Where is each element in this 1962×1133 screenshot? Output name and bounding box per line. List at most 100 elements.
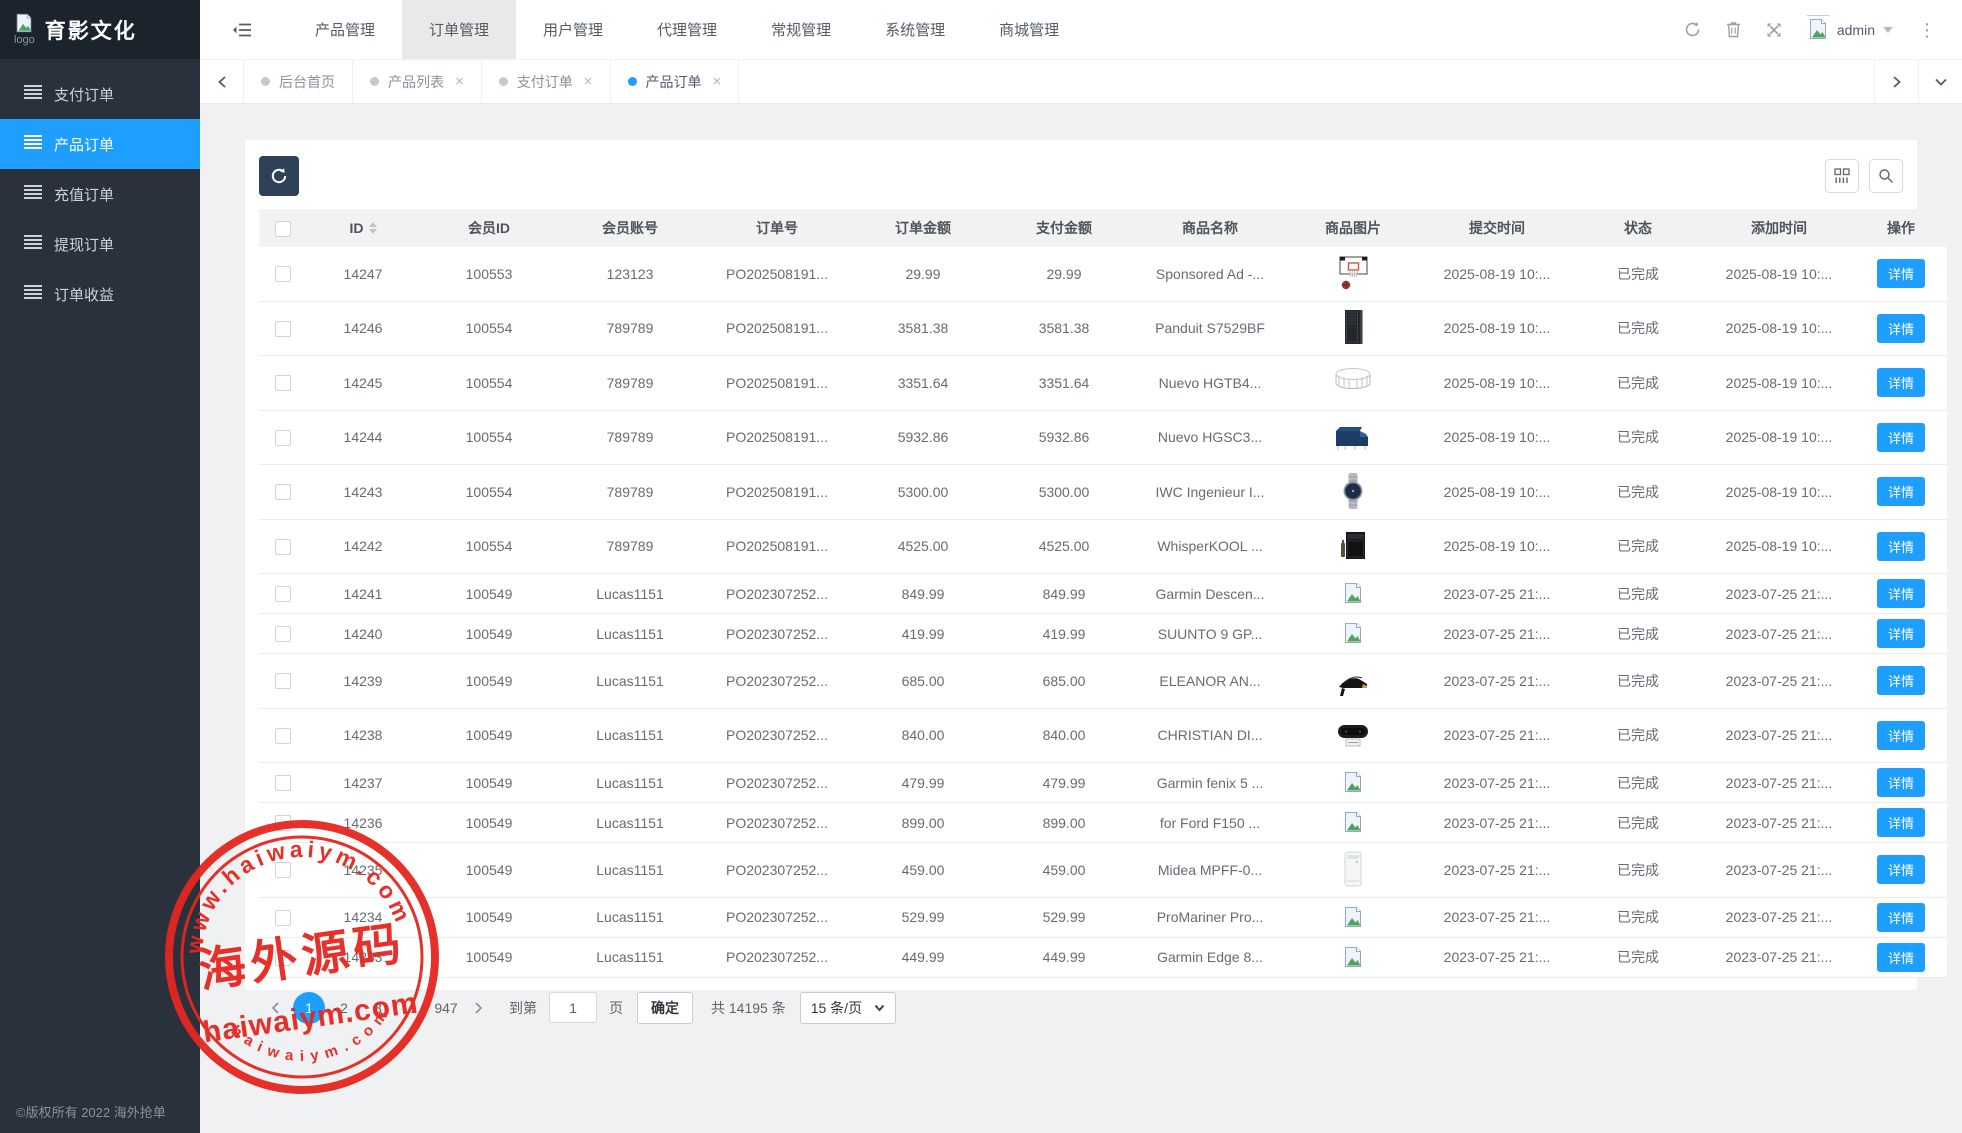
confirm-button[interactable]: 确定 (637, 992, 693, 1024)
next-page-icon[interactable] (465, 992, 493, 1024)
tab[interactable]: 产品列表 × (353, 60, 482, 103)
detail-button[interactable]: 详情 (1877, 768, 1925, 797)
row-checkbox[interactable] (275, 728, 291, 744)
row-checkbox[interactable] (275, 586, 291, 602)
detail-button[interactable]: 详情 (1877, 808, 1925, 837)
detail-button[interactable]: 详情 (1877, 943, 1925, 972)
tab-close-icon[interactable]: × (455, 73, 464, 90)
topnav-item[interactable]: 商城管理 (972, 0, 1086, 59)
detail-button[interactable]: 详情 (1877, 855, 1925, 884)
cell-order-no: PO202508191... (701, 410, 853, 465)
tab-close-icon[interactable]: × (713, 73, 722, 90)
row-checkbox[interactable] (275, 775, 291, 791)
detail-button[interactable]: 详情 (1877, 477, 1925, 506)
tab[interactable]: 产品订单 × (611, 60, 740, 103)
row-checkbox[interactable] (275, 910, 291, 926)
topnav-item[interactable]: 常规管理 (744, 0, 858, 59)
sidebar-item[interactable]: 产品订单 (0, 119, 200, 169)
row-checkbox[interactable] (275, 673, 291, 689)
fullscreen-icon[interactable] (1766, 22, 1782, 38)
menu-fold-icon[interactable] (232, 22, 252, 38)
row-checkbox[interactable] (275, 321, 291, 337)
cell-paid-amount: 479.99 (993, 763, 1135, 803)
cell-paid-amount: 5932.86 (993, 410, 1135, 465)
detail-button[interactable]: 详情 (1877, 903, 1925, 932)
cell-order-no: PO202307252... (701, 843, 853, 898)
cell-id: 14235 (307, 843, 419, 898)
search-icon[interactable] (1869, 159, 1903, 193)
goto-page-input[interactable] (549, 992, 597, 1023)
caret-down-icon (1883, 27, 1893, 33)
sidebar-item[interactable]: 支付订单 (0, 69, 200, 119)
row-checkbox[interactable] (275, 862, 291, 878)
tabs-scroll-right-icon[interactable] (1874, 60, 1918, 103)
cell-status: 已完成 (1573, 410, 1703, 465)
topnav-item[interactable]: 系统管理 (858, 0, 972, 59)
user-menu[interactable]: admin (1807, 15, 1893, 45)
topnav-item[interactable]: 产品管理 (288, 0, 402, 59)
tabs-menu-icon[interactable] (1918, 60, 1962, 103)
detail-button[interactable]: 详情 (1877, 619, 1925, 648)
page-number[interactable]: 2 (329, 992, 359, 1024)
detail-button[interactable]: 详情 (1877, 368, 1925, 397)
cell-member-account: Lucas1151 (559, 654, 701, 709)
detail-button[interactable]: 详情 (1877, 666, 1925, 695)
topnav-item[interactable]: 用户管理 (516, 0, 630, 59)
page-number[interactable]: 947 (431, 992, 461, 1024)
columns-icon[interactable] (1825, 159, 1859, 193)
detail-button[interactable]: 详情 (1877, 314, 1925, 343)
cell-paid-amount: 29.99 (993, 247, 1135, 301)
sort-icon[interactable] (369, 222, 377, 234)
cell-add-time: 2025-08-19 10:... (1703, 301, 1855, 356)
brand-block: logo 育影文化 (0, 0, 200, 59)
tab-close-icon[interactable]: × (584, 73, 593, 90)
prev-page-icon[interactable] (261, 992, 289, 1024)
tab[interactable]: 后台首页 (244, 60, 353, 103)
cell-order-amount: 685.00 (853, 654, 993, 709)
column-header: 订单金额 (853, 209, 993, 247)
page-number[interactable]: 1 (293, 992, 325, 1024)
topnav-item[interactable]: 代理管理 (630, 0, 744, 59)
cell-add-time: 2025-08-19 10:... (1703, 465, 1855, 520)
page-size-select[interactable]: 15 条/页 (800, 992, 896, 1024)
sidebar-item[interactable]: 充值订单 (0, 169, 200, 219)
page-number[interactable]: 3 (363, 992, 393, 1024)
table-refresh-button[interactable] (259, 156, 299, 196)
cell-product-name: Sponsored Ad -... (1135, 247, 1285, 301)
select-all-checkbox[interactable] (275, 221, 291, 237)
row-checkbox[interactable] (275, 539, 291, 555)
cell-paid-amount: 459.00 (993, 843, 1135, 898)
sidebar-item-label: 支付订单 (54, 84, 114, 105)
more-vertical-icon[interactable]: ⋮ (1918, 21, 1936, 39)
detail-button[interactable]: 详情 (1877, 532, 1925, 561)
column-header: 支付金额 (993, 209, 1135, 247)
detail-button[interactable]: 详情 (1877, 259, 1925, 288)
row-checkbox[interactable] (275, 626, 291, 642)
sidebar-item[interactable]: 订单收益 (0, 269, 200, 319)
cell-submit-time: 2025-08-19 10:... (1421, 519, 1573, 574)
cell-id: 14245 (307, 356, 419, 411)
detail-button[interactable]: 详情 (1877, 579, 1925, 608)
cell-status: 已完成 (1573, 937, 1703, 977)
row-checkbox[interactable] (275, 266, 291, 282)
topnav-item[interactable]: 订单管理 (402, 0, 516, 59)
refresh-icon[interactable] (1684, 21, 1701, 38)
row-checkbox[interactable] (275, 484, 291, 500)
table-row: 14240 100549 Lucas1151 PO202307252... 41… (259, 614, 1947, 654)
row-checkbox[interactable] (275, 815, 291, 831)
tab[interactable]: 支付订单 × (482, 60, 611, 103)
row-checkbox[interactable] (275, 375, 291, 391)
cell-id: 14247 (307, 247, 419, 301)
tabs-scroll-left-icon[interactable] (200, 60, 244, 103)
trash-icon[interactable] (1726, 21, 1741, 38)
cell-order-no: PO202508191... (701, 247, 853, 301)
sidebar-item[interactable]: 提现订单 (0, 219, 200, 269)
row-checkbox[interactable] (275, 950, 291, 966)
product-image (1342, 943, 1364, 970)
cell-member-account: 123123 (559, 247, 701, 301)
cell-status: 已完成 (1573, 614, 1703, 654)
product-image (1333, 714, 1373, 755)
detail-button[interactable]: 详情 (1877, 423, 1925, 452)
row-checkbox[interactable] (275, 430, 291, 446)
detail-button[interactable]: 详情 (1877, 721, 1925, 750)
